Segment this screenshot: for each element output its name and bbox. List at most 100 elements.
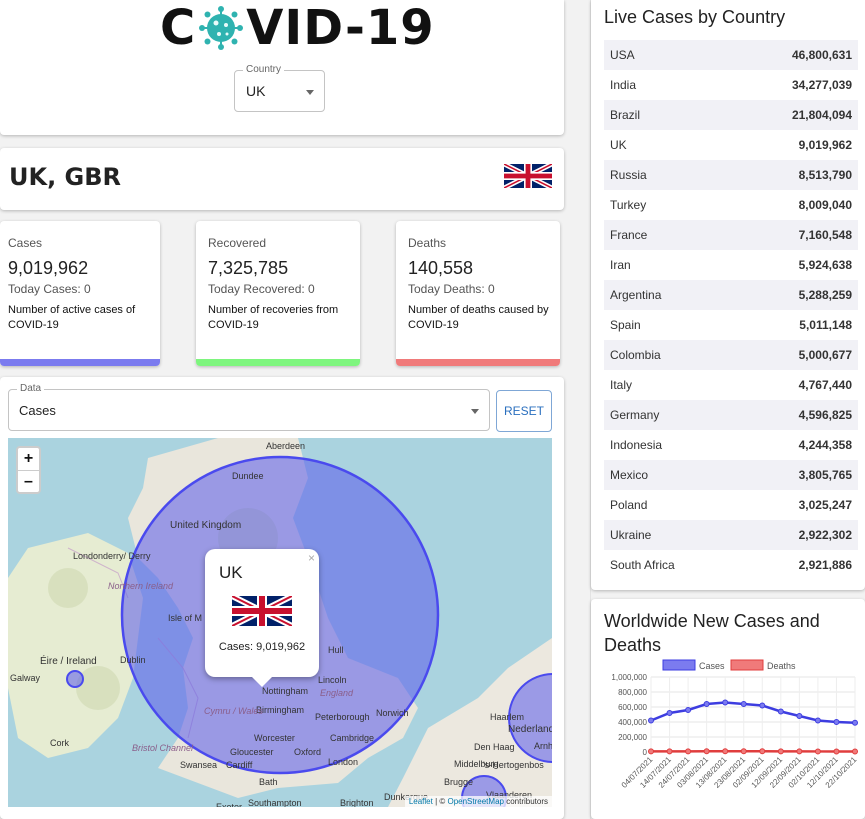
map-place-label: Gloucester [230, 747, 274, 757]
zoom-in-button[interactable]: + [18, 448, 39, 470]
zoom-control: + – [16, 446, 41, 494]
live-cases-row: USA 46,800,631 [604, 40, 858, 70]
ireland-landmass [8, 533, 143, 758]
map-place-label: Bristol Channel [132, 743, 194, 753]
live-cases-country: Brazil [610, 108, 641, 122]
data-point-cases [777, 708, 784, 715]
map-place-label: Den Haag [474, 742, 515, 752]
map-place-label: Hull [328, 645, 344, 655]
map-attribution: Leaflet | © OpenStreetMap contributors [404, 796, 552, 807]
recovered-description: Number of recoveries from COVID-19 [208, 304, 339, 331]
live-cases-country: Mexico [610, 468, 649, 482]
popup-close-button[interactable]: × [308, 551, 315, 565]
map-place-label: 's-Hertogenbos [483, 760, 544, 770]
map-place-label: Peterborough [315, 712, 370, 722]
map-place-label: Cork [50, 738, 70, 748]
map-place-label: England [320, 688, 354, 698]
map-place-label: Isle of M [168, 613, 202, 623]
country-select-value: UK [246, 83, 266, 99]
live-cases-country: UK [610, 138, 627, 152]
data-select[interactable]: Data Cases [8, 383, 490, 431]
data-point-cases [703, 701, 710, 707]
logo-text-right: VID-19 [246, 0, 435, 56]
popup-country-name: UK [219, 563, 243, 582]
header-card: C VID-19 Country UK [0, 0, 564, 135]
map-place-label: Worcester [254, 733, 295, 743]
new-cases-deaths-chart[interactable]: Cases Deaths 1,000,000 800,000 600,000 400,00… [591, 657, 865, 819]
legend-label: Cases [699, 661, 725, 671]
live-cases-row: India 34,277,039 [604, 70, 858, 100]
country-select[interactable]: Country UK [234, 64, 325, 112]
cases-color-bar [0, 359, 160, 366]
live-cases-row: Mexico 3,805,765 [604, 460, 858, 490]
data-point-cases [814, 717, 821, 724]
series-line-cases [650, 701, 856, 724]
cases-card[interactable]: Cases 9,019,962 Today Cases: 0 Number of… [0, 221, 160, 366]
live-cases-count: 5,924,638 [798, 258, 852, 272]
live-cases-row: Ukraine 2,922,302 [604, 520, 858, 550]
data-point-deaths [666, 748, 673, 755]
live-cases-row: Spain 5,011,148 [604, 310, 858, 340]
map-place-label: Lincoln [318, 675, 347, 685]
live-cases-count: 7,160,548 [798, 228, 852, 242]
live-cases-row: Colombia 5,000,677 [604, 340, 858, 370]
reset-button[interactable]: RESET [496, 390, 552, 432]
attribution-tail: contributors [503, 797, 548, 806]
uk-flag-icon [504, 164, 552, 188]
live-cases-country: Argentina [610, 288, 662, 302]
recovered-card[interactable]: Recovered 7,325,785 Today Recovered: 0 N… [196, 221, 360, 366]
live-cases-count: 8,009,040 [798, 198, 852, 212]
deaths-today: Today Deaths: 0 [408, 282, 495, 296]
recovered-title: Recovered [208, 236, 267, 250]
live-cases-country: India [610, 78, 637, 92]
live-cases-row: UK 9,019,962 [604, 130, 858, 160]
popup-cases: Cases: 9,019,962 [218, 641, 306, 653]
map-place-label: Cymru / Wales [204, 706, 263, 716]
map-place-label: Arnh [534, 741, 552, 751]
live-cases-count: 8,513,790 [798, 168, 852, 182]
osm-link[interactable]: OpenStreetMap [447, 797, 503, 806]
live-cases-row: Italy 4,767,440 [604, 370, 858, 400]
country-popup: × UK Cases: 9,019,962 [205, 549, 319, 687]
y-tick-label: 200,000 [618, 733, 647, 742]
map-place-label: United Kingdom [170, 520, 241, 531]
ireland-cases-marker [66, 670, 84, 688]
live-cases-country: Iran [610, 258, 631, 272]
map-place-label: Dundee [232, 471, 264, 481]
map-card: Data Cases RESET Aberdeen Dundee United Ki… [0, 377, 564, 819]
cases-today: Today Cases: 0 [8, 282, 91, 296]
leaflet-link[interactable]: Leaflet [409, 797, 433, 806]
map-place-label: Galway [10, 673, 41, 683]
live-cases-country: Russia [610, 168, 647, 182]
zoom-out-button[interactable]: – [18, 471, 39, 493]
live-cases-row: Iran 5,924,638 [604, 250, 858, 280]
dropdown-arrow-icon [306, 90, 314, 95]
map-view[interactable]: AberdeenDundeeUnited KingdomNewcastleLon… [8, 438, 552, 807]
y-tick-label: 800,000 [618, 688, 647, 697]
map-place-label: Cardiff [226, 760, 253, 770]
map-place-label: Southampton [248, 798, 302, 807]
map-place-label: Nederland [508, 724, 552, 735]
data-point-deaths [722, 748, 729, 755]
live-cases-country: France [610, 228, 648, 242]
data-point-deaths [777, 748, 784, 755]
cases-value: 9,019,962 [8, 258, 89, 278]
data-point-cases [833, 719, 840, 725]
legend-label: Deaths [767, 661, 796, 671]
deaths-card[interactable]: Deaths 140,558 Today Deaths: 0 Number of… [396, 221, 560, 366]
live-cases-count: 2,922,302 [798, 528, 852, 542]
uk-flag-icon [232, 596, 292, 626]
live-cases-row: Indonesia 4,244,358 [604, 430, 858, 460]
map-place-label: Aberdeen [266, 441, 305, 451]
y-tick-label: 1,000,000 [611, 673, 647, 682]
live-cases-row: Germany 4,596,825 [604, 400, 858, 430]
chart-title: Worldwide New Cases and Deaths [604, 611, 820, 655]
popup-tip [252, 677, 272, 687]
live-cases-count: 34,277,039 [791, 78, 852, 92]
live-cases-row: Brazil 21,804,094 [604, 100, 858, 130]
live-cases-country: Spain [610, 318, 641, 332]
live-cases-country: South Africa [610, 558, 675, 572]
map-place-label: Cambridge [330, 733, 374, 743]
live-cases-country: Ukraine [610, 528, 652, 542]
data-point-cases [740, 701, 747, 707]
